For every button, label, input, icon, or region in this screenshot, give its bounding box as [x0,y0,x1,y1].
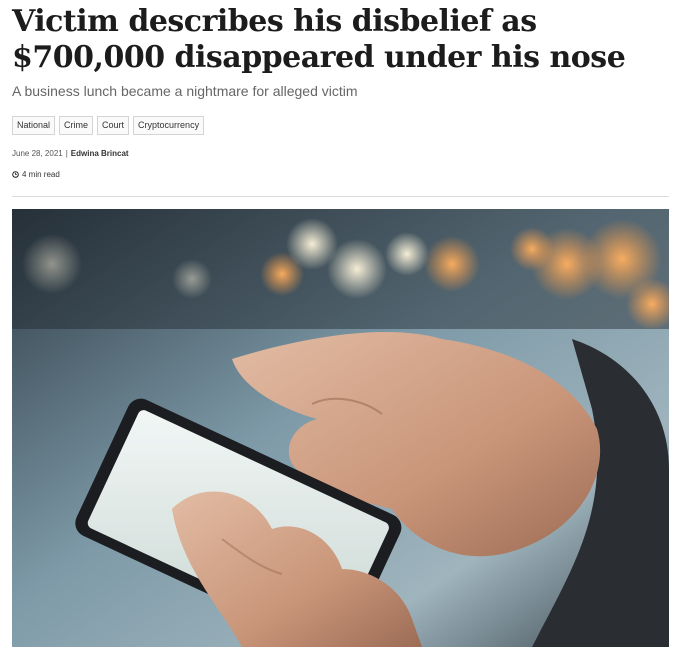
tag-cryptocurrency[interactable]: Cryptocurrency [133,116,205,135]
header-divider [12,196,669,197]
article-headline: Victim describes his disbelief as $700,0… [12,4,626,75]
tag-court[interactable]: Court [97,116,130,135]
read-time-label: 4 min read [22,170,60,179]
article-header: Victim describes his disbelief as $700,0… [12,0,669,197]
read-time: 4 min read [12,170,669,179]
article-subtitle: A business lunch became a nightmare for … [12,83,358,99]
tag-crime[interactable]: Crime [59,116,94,135]
byline-separator: | [65,149,68,158]
publish-date: June 28, 2021 [12,149,63,158]
byline: June 28, 2021 | Edwina Brincat [12,149,669,158]
tag-list: National Crime Court Cryptocurrency [12,116,669,135]
smartphone-in-hands-photo [12,209,669,647]
tag-national[interactable]: National [12,116,56,135]
clock-icon [12,171,19,178]
author-link[interactable]: Edwina Brincat [71,149,129,158]
hero-image [12,209,669,647]
